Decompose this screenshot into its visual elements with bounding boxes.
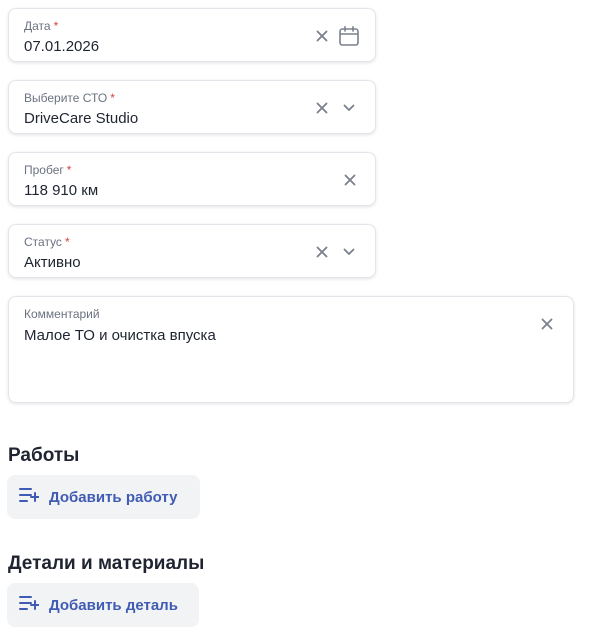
required-mark: *: [53, 19, 59, 33]
required-mark: *: [64, 235, 70, 249]
status-select[interactable]: Статус * Активно: [8, 224, 376, 278]
add-work-button[interactable]: Добавить работу: [7, 475, 200, 519]
add-work-label: Добавить работу: [49, 488, 178, 506]
required-mark: *: [110, 91, 115, 105]
close-icon[interactable]: [312, 242, 332, 262]
close-icon[interactable]: [312, 26, 332, 46]
chevron-down-icon[interactable]: [339, 98, 359, 118]
date-value[interactable]: 07.01.2026: [24, 38, 99, 55]
comment-textarea[interactable]: Комментарий Малое ТО и очистка впуска: [8, 296, 574, 403]
date-field[interactable]: Дата * 07.01.2026: [8, 8, 376, 62]
chevron-down-icon[interactable]: [339, 242, 359, 262]
service-value: DriveCare Studio: [24, 110, 139, 127]
comment-value[interactable]: Малое ТО и очистка впуска: [24, 327, 216, 344]
mileage-value[interactable]: 118 910 км: [24, 182, 98, 199]
date-label: Дата *: [24, 19, 59, 33]
playlist-add-icon: [19, 487, 40, 508]
parts-section-title: Детали и материалы: [8, 553, 205, 574]
comment-label: Комментарий: [24, 307, 100, 321]
calendar-icon[interactable]: [337, 24, 361, 48]
add-part-label: Добавить деталь: [49, 596, 178, 614]
close-icon[interactable]: [312, 98, 332, 118]
playlist-add-icon: [19, 595, 40, 616]
service-select[interactable]: Выберите СТО * DriveCare Studio: [8, 80, 376, 134]
close-icon[interactable]: [340, 170, 360, 190]
mileage-label: Пробег *: [24, 163, 72, 177]
works-section-title: Работы: [8, 445, 80, 466]
service-label: Выберите СТО *: [24, 91, 115, 105]
status-value: Активно: [24, 254, 81, 271]
add-part-button[interactable]: Добавить деталь: [7, 583, 199, 627]
required-mark: *: [66, 163, 72, 177]
close-icon[interactable]: [537, 314, 557, 334]
mileage-field[interactable]: Пробег * 118 910 км: [8, 152, 376, 206]
status-label: Статус *: [24, 235, 70, 249]
